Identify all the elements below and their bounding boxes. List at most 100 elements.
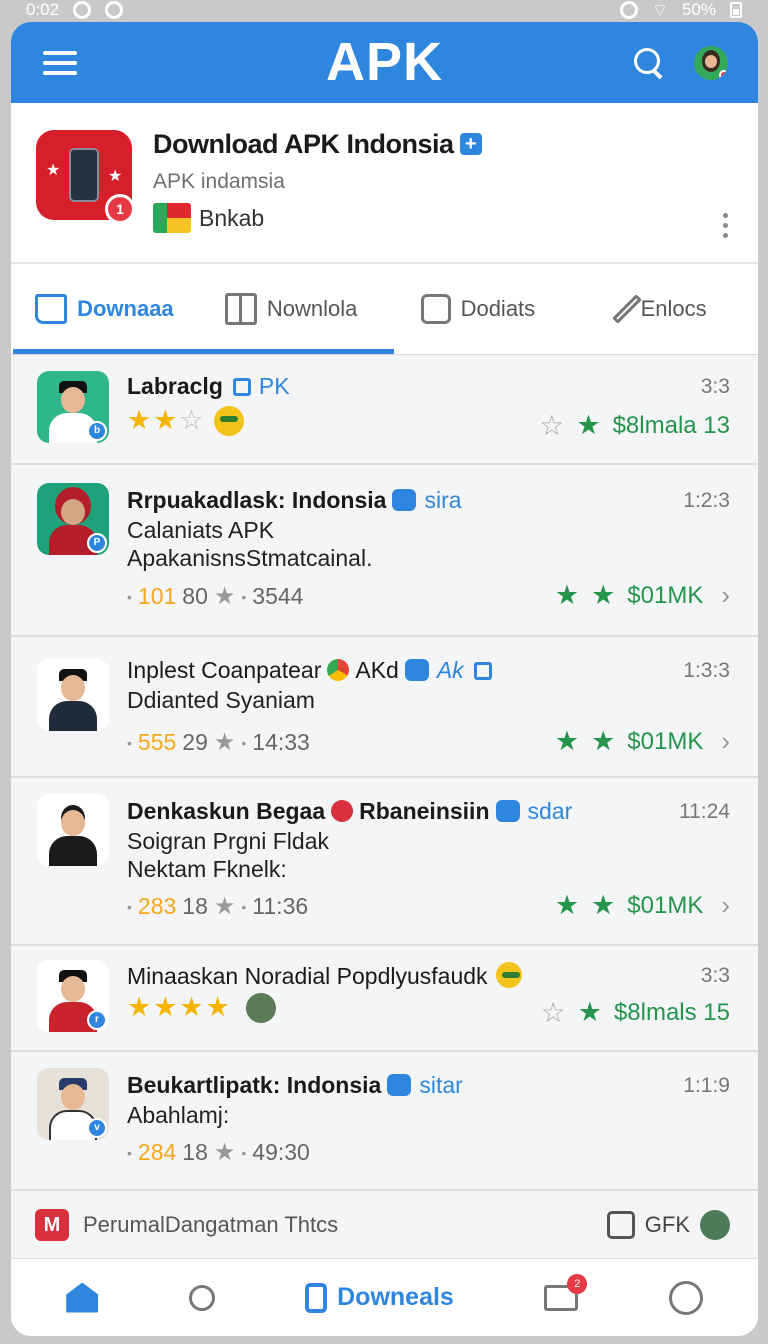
- nav-downloads[interactable]: Downeals: [305, 1282, 454, 1313]
- chat-icon[interactable]: [606, 1211, 635, 1239]
- gmail-icon: M: [35, 1209, 69, 1241]
- star-icon: ★: [576, 410, 601, 440]
- featured-app-card[interactable]: ★ ★ 1 Download APK Indonsia + APK indamsi…: [11, 103, 758, 264]
- avatar: [37, 794, 109, 866]
- user-icon: [387, 1074, 412, 1096]
- promo-text: PerumalDangatman Thtcs: [83, 1212, 339, 1237]
- user-icon: [392, 489, 417, 511]
- app-icon: ★ ★ 1: [36, 130, 135, 224]
- tab-label: Nownlola: [266, 296, 358, 321]
- verified-icon: b: [87, 421, 107, 441]
- featured-subtitle: APK indamsia: [153, 170, 285, 193]
- list-item[interactable]: b Labraclg PK 3:3 ★★ ☆ ☆ ★ $8lmala 13: [11, 355, 758, 465]
- verified-icon: v: [87, 1118, 107, 1138]
- search-icon: [188, 1284, 215, 1311]
- item-tag: sitar: [419, 1072, 463, 1098]
- item-meta: • 284 18 ★ • 49:30: [127, 1139, 310, 1166]
- battery-icon: [730, 2, 742, 18]
- promo-label: GFK: [644, 1212, 690, 1237]
- item-title: Inplest Coanpatear AKd Ak: [127, 657, 492, 684]
- list-item[interactable]: r Minaaskan Noradial Popdlyusfaudk 3:3 ★…: [11, 946, 758, 1052]
- notification-dot: [719, 69, 728, 80]
- list-item[interactable]: P Rrpuakadlask: Indonsia sira 1:2:3 Calan…: [11, 465, 758, 637]
- chrome-icon: [327, 659, 350, 681]
- item-meta: • 283 18 ★ • 11:36: [127, 893, 309, 920]
- avatar: r: [37, 960, 109, 1032]
- promo-banner[interactable]: M PerumalDangatman Thtcs GFK: [11, 1189, 758, 1259]
- item-meta: • 101 80 ★ • 3544: [127, 583, 304, 610]
- mail-icon: 2: [544, 1273, 588, 1311]
- tab-downaaa[interactable]: Downaaa: [11, 294, 198, 324]
- head-shape: [61, 1084, 85, 1110]
- emoji-icon: [495, 962, 522, 988]
- nav-home[interactable]: [66, 1282, 99, 1313]
- avatar[interactable]: [700, 1210, 730, 1240]
- tab-enlocs[interactable]: Enlocs: [571, 292, 758, 326]
- avatar: b: [37, 371, 109, 443]
- item-time: 1:2:3: [683, 489, 730, 512]
- nav-mail[interactable]: 2: [544, 1273, 588, 1311]
- star-icon: ★: [213, 583, 236, 610]
- status-bar: 0:02 ⌔ 50%: [0, 0, 768, 20]
- verified-icon: P: [87, 533, 107, 553]
- emoji-icon: [213, 405, 244, 436]
- tab-nownlola[interactable]: Nownlola: [198, 293, 385, 325]
- list-item[interactable]: Denkaskun Begaa Rbaneinsiin sdar 11:24 Soi…: [11, 778, 758, 946]
- more-options-icon[interactable]: [723, 213, 728, 238]
- tab-dodiats[interactable]: Dodiats: [385, 294, 572, 324]
- item-price: ★ ★ $01MK ›: [554, 726, 730, 757]
- nav-profile[interactable]: [668, 1280, 703, 1315]
- item-meta: • 555 29 ★ • 14:33: [127, 729, 310, 756]
- avatar: [37, 659, 109, 731]
- brand-icon: [331, 800, 354, 822]
- chevron-right-icon[interactable]: ›: [721, 890, 730, 921]
- star-icon: ★: [554, 726, 580, 756]
- notification-icon: [73, 1, 92, 19]
- item-tag: sdar: [527, 798, 573, 824]
- book-icon: [224, 293, 257, 325]
- head-shape: [61, 810, 85, 836]
- item-subtitle: Ddianted Syaniam: [127, 687, 315, 713]
- nav-search[interactable]: [188, 1284, 215, 1311]
- verified-icon: r: [87, 1010, 107, 1030]
- app-window: APK ★ ★ 1 Download APK Indonsia + APK ind…: [11, 22, 758, 1336]
- favorite-icon[interactable]: ☆: [539, 409, 564, 442]
- download-icon: [305, 1282, 328, 1313]
- star-icon: ★: [108, 168, 123, 185]
- alarm-icon: [619, 1, 638, 19]
- item-time: 3:3: [700, 375, 730, 398]
- star-icon: ★: [591, 726, 616, 756]
- item-title: Beukartlipatk: Indonsia sitar: [127, 1072, 463, 1098]
- head-shape: [61, 387, 85, 413]
- app-bar: APK: [11, 22, 758, 103]
- battery-percent: 50%: [681, 0, 716, 19]
- item-subtitle: Soigran Prgni Fldak: [127, 828, 329, 854]
- chevron-right-icon[interactable]: ›: [721, 580, 730, 611]
- favorite-icon[interactable]: ☆: [541, 996, 566, 1029]
- chevron-right-icon[interactable]: ›: [721, 726, 730, 757]
- item-tag: PK: [258, 373, 290, 399]
- app-list: b Labraclg PK 3:3 ★★ ☆ ☆ ★ $8lmala 13 P Rrpu…: [11, 355, 758, 1189]
- item-price: ★ ★ $01MK ›: [554, 890, 730, 921]
- item-time: 3:3: [700, 964, 730, 987]
- tab-label: Enlocs: [640, 296, 707, 321]
- user-icon: [404, 659, 429, 681]
- list-item[interactable]: v Beukartlipatk: Indonsia sitar 1:1:9 Aba…: [11, 1052, 758, 1189]
- calendar-icon: [473, 662, 492, 680]
- item-time: 1:3:3: [683, 659, 730, 682]
- list-item[interactable]: Inplest Coanpatear AKd Ak 1:3:3 Ddianted S…: [11, 637, 758, 778]
- star-icon: ★: [591, 580, 616, 610]
- add-icon[interactable]: +: [459, 133, 482, 155]
- featured-title: Download APK Indonsia +: [153, 129, 482, 160]
- item-title: Rrpuakadlask: Indonsia sira: [127, 487, 462, 513]
- pen-icon: [611, 294, 642, 324]
- profile-icon: [668, 1280, 703, 1315]
- menu-icon[interactable]: [43, 50, 77, 75]
- badge-icon: [232, 378, 251, 396]
- item-price: ☆ ★ $8lmals 15: [540, 996, 730, 1029]
- search-icon[interactable]: [632, 46, 666, 80]
- avatar: v: [37, 1068, 109, 1140]
- item-price: ☆ ★ $8lmala 13: [539, 409, 730, 442]
- account-avatar[interactable]: [694, 45, 728, 80]
- tab-label: Downaaa: [77, 296, 174, 321]
